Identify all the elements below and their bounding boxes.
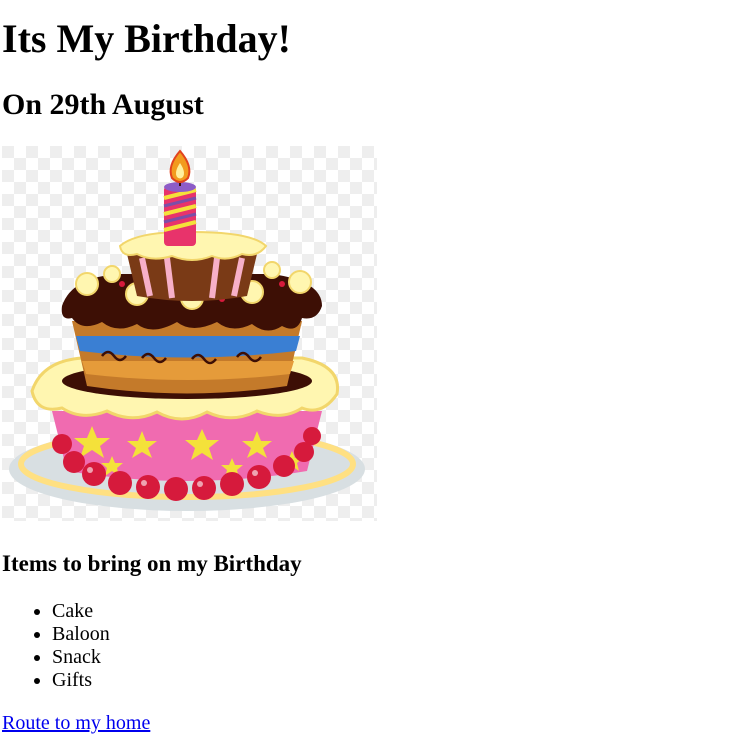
birthday-cake-image	[2, 146, 377, 521]
page-title: Its My Birthday!	[2, 16, 291, 61]
items-list: Cake Baloon Snack Gifts	[2, 600, 110, 692]
list-item: Baloon	[52, 623, 110, 646]
list-item: Cake	[52, 600, 110, 623]
birthday-date: On 29th August	[2, 88, 204, 121]
route-home-link[interactable]: Route to my home	[2, 712, 150, 735]
cake-icon	[2, 146, 377, 521]
list-item: Gifts	[52, 669, 110, 692]
list-item: Snack	[52, 646, 110, 669]
items-heading: Items to bring on my Birthday	[2, 551, 302, 576]
